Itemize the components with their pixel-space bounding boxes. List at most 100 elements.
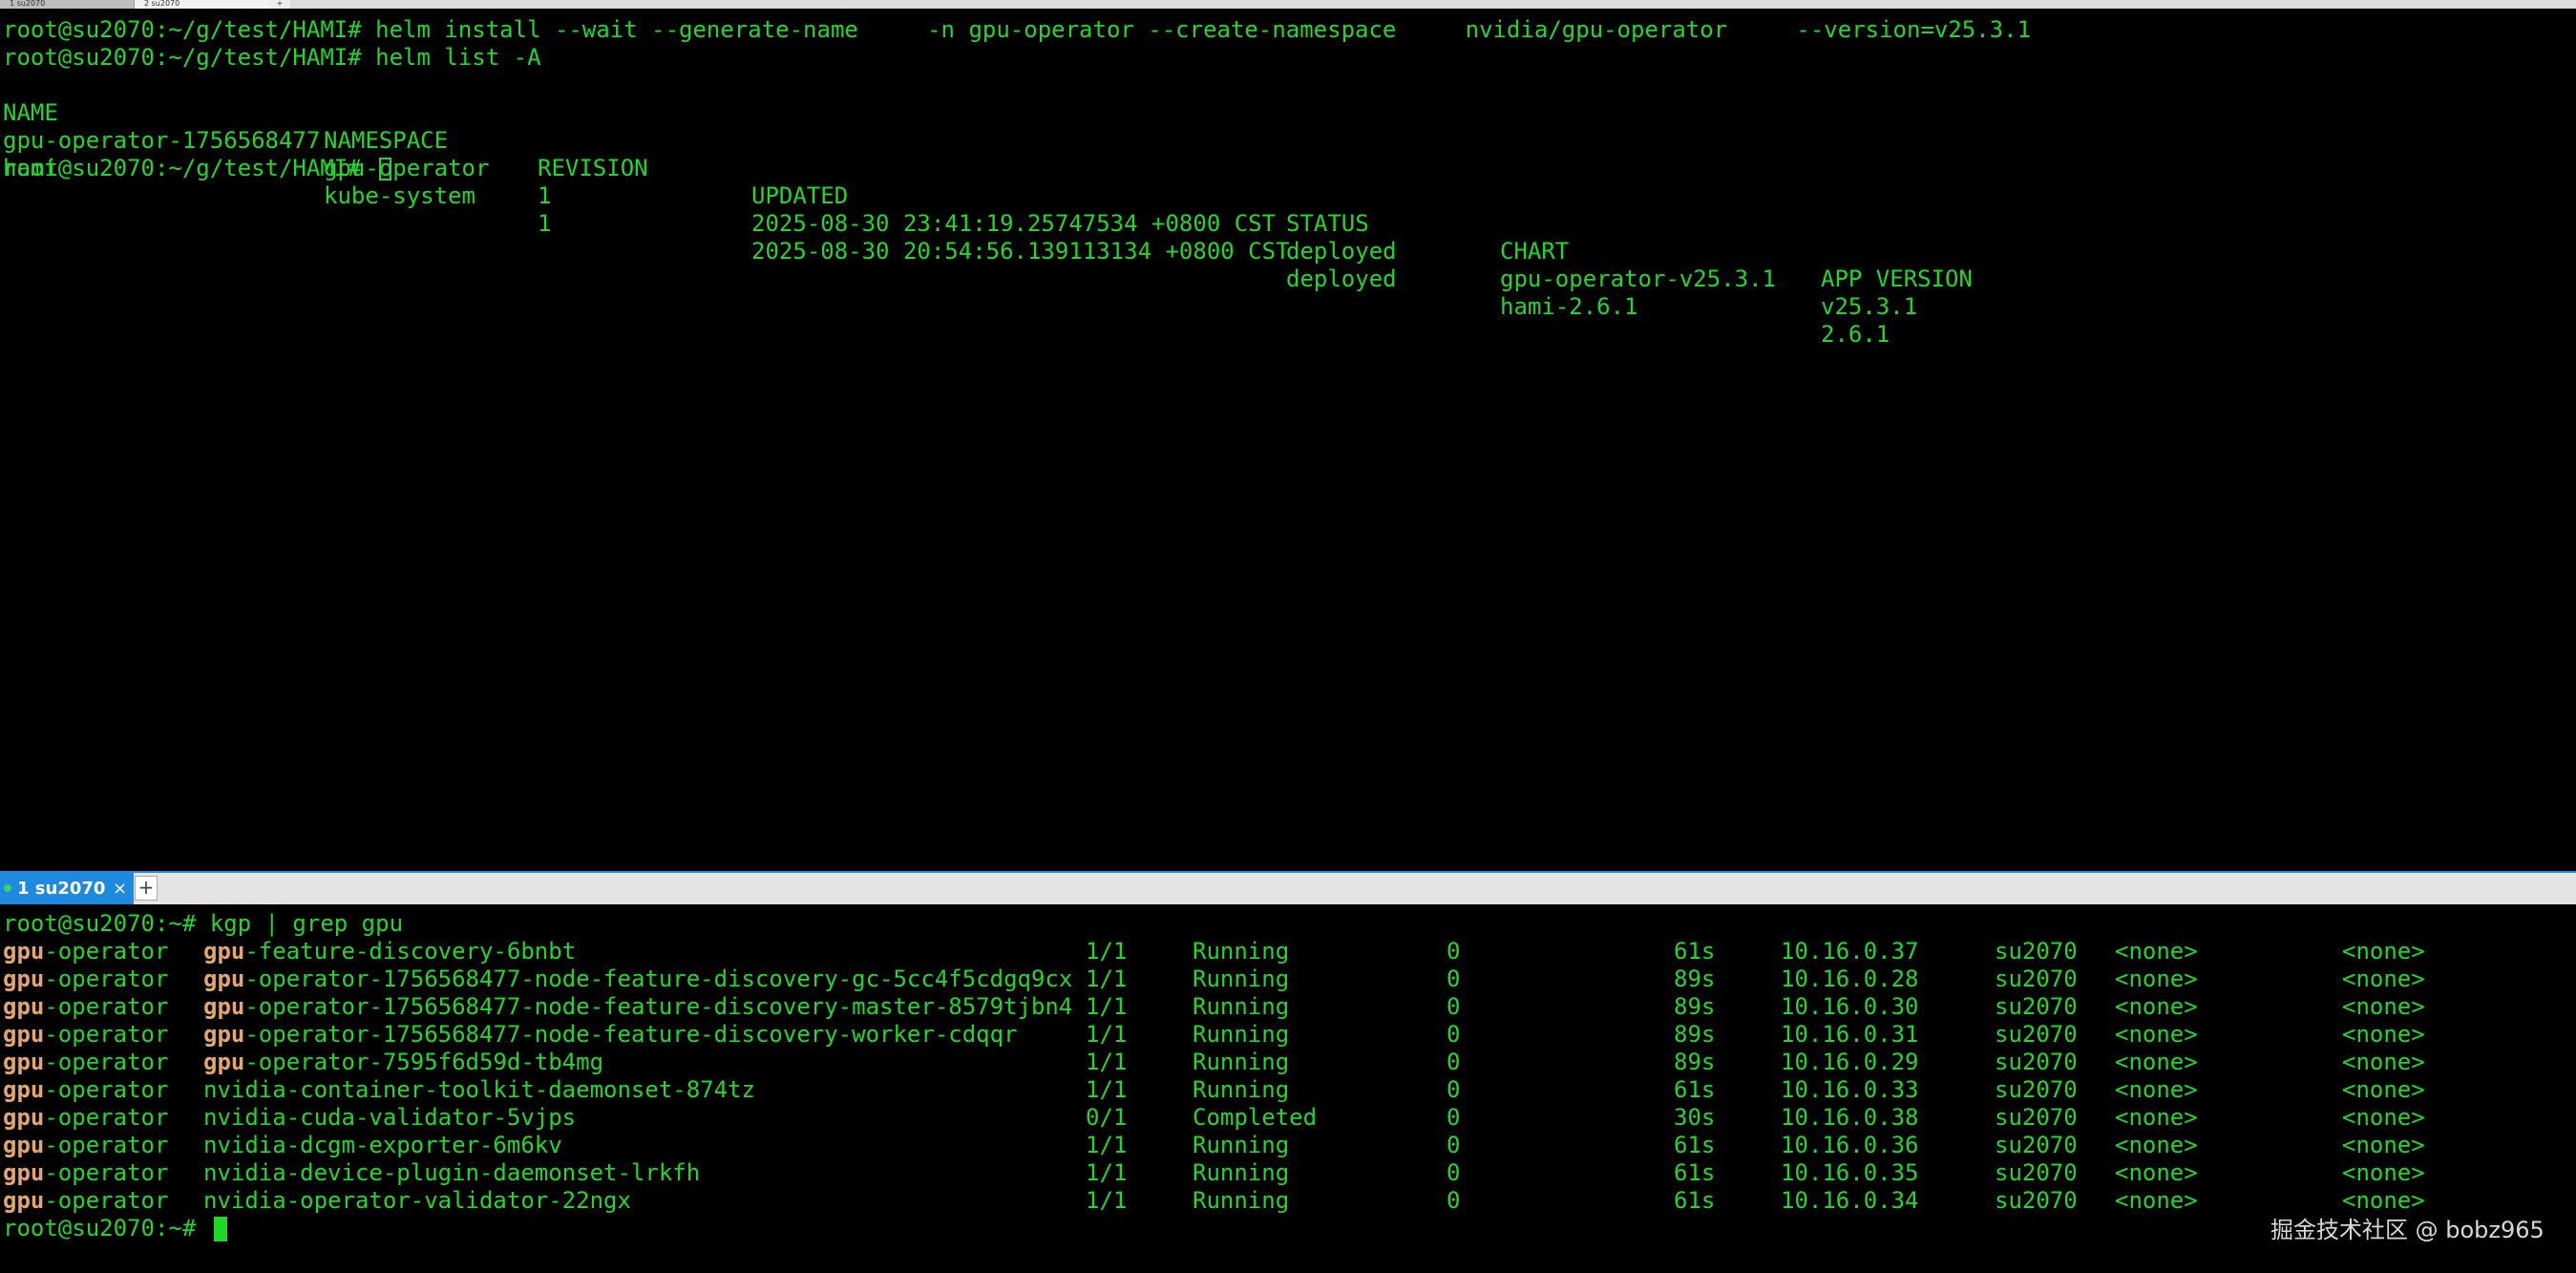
pod-status-value: Running — [1193, 1021, 1290, 1048]
pod-row: gpu-operator nvidia-operator-validator-22… — [3, 1187, 2485, 1215]
pod-name-rest: nvidia-cuda-validator-5vjps — [203, 1104, 577, 1131]
helm-table-header: NAME NAMESPACE REVISION UPDATED STATUS C… — [3, 72, 2008, 292]
pod-name-rest: -operator-1756568477-node-feature-discov… — [244, 1021, 1018, 1048]
pod-nominated-node-value: <none> — [2115, 1132, 2198, 1158]
pod-name-rest: -operator-7595f6d59d-tb4mg — [244, 1049, 604, 1075]
grep-match: gpu — [3, 1021, 45, 1048]
session-tab-su2070[interactable]: 1 su2070 × — [0, 873, 134, 904]
pod-age: 61s — [1674, 1159, 1715, 1187]
pod-ip: 10.16.0.29 — [1781, 1049, 1919, 1076]
grep-match: gpu — [3, 993, 45, 1020]
pod-restarts: 0 — [1446, 965, 1460, 993]
pod-nominated-node: <none> — [2115, 1159, 2198, 1187]
pod-ready-value: 1/1 — [1086, 1049, 1128, 1075]
pod-node-value: su2070 — [1995, 1132, 2078, 1158]
grep-match: gpu — [3, 1049, 45, 1075]
pod-nominated-node: <none> — [2115, 1076, 2198, 1104]
helm-release-updated: 2025-08-30 20:54:56.139113134 +0800 CST — [751, 238, 1290, 265]
session-tab-label: 1 su2070 — [17, 879, 106, 899]
pod-age: 89s — [1674, 1049, 1715, 1076]
pod-nominated-node: <none> — [2115, 1132, 2198, 1159]
add-session-button[interactable]: + — [135, 876, 158, 901]
pod-namespace-rest: -operator — [44, 993, 169, 1020]
grep-match: gpu — [203, 965, 245, 992]
pod-restarts: 0 — [1446, 1159, 1460, 1187]
pod-node: su2070 — [1995, 1021, 2078, 1049]
pod-nominated-node: <none> — [2115, 965, 2198, 993]
top-prompt-line: root@su2070:~/g/test/HAMI# — [3, 155, 392, 182]
helm-release-revision: 1 — [538, 182, 552, 209]
watermark: 掘金技术社区 @ bobz965 — [2270, 1217, 2544, 1243]
pod-node: su2070 — [1995, 1159, 2078, 1187]
pod-row: gpu-operator nvidia-dcgm-exporter-6m6kv 1/… — [3, 1132, 2485, 1159]
pod-restarts: 0 — [1446, 1021, 1460, 1049]
pod-readiness-gates: <none> — [2342, 1104, 2425, 1132]
top-tab-bar: 1 su2070 2 su2070 + — [0, 0, 2576, 9]
pod-status: Running — [1193, 1076, 1289, 1104]
pod-restarts-value: 0 — [1446, 938, 1461, 965]
pod-ip: 10.16.0.33 — [1781, 1076, 1919, 1104]
pod-status: Completed — [1193, 1104, 1317, 1132]
pod-ready-value: 1/1 — [1086, 1187, 1128, 1214]
pod-nominated-node-value: <none> — [2115, 938, 2198, 965]
pod-ip-value: 10.16.0.34 — [1781, 1187, 1919, 1214]
grep-match: gpu — [3, 1132, 45, 1158]
pod-restarts: 0 — [1446, 1104, 1460, 1132]
pod-restarts-value: 0 — [1446, 1104, 1461, 1131]
pod-readiness-gates: <none> — [2342, 1159, 2425, 1187]
pod-age: 61s — [1674, 1132, 1715, 1159]
pod-status-value: Running — [1193, 938, 1290, 965]
pod-readiness-gates: <none> — [2342, 993, 2425, 1021]
pod-restarts: 0 — [1446, 1187, 1460, 1215]
grep-match: gpu — [3, 965, 45, 992]
pod-namespace-rest: -operator — [44, 1187, 169, 1214]
pod-readiness-gates-value: <none> — [2342, 1159, 2425, 1186]
pod-age: 61s — [1674, 1076, 1715, 1104]
pod-node: su2070 — [1995, 938, 2078, 965]
pod-restarts: 0 — [1446, 938, 1460, 965]
pod-readiness-gates: <none> — [2342, 1049, 2425, 1076]
pod-age-value: 61s — [1674, 1076, 1716, 1103]
pod-namespace: gpu-operator — [3, 1021, 168, 1049]
pod-age: 89s — [1674, 965, 1715, 993]
pod-readiness-gates: <none> — [2342, 1132, 2425, 1159]
pod-node: su2070 — [1995, 1076, 2078, 1104]
pod-nominated-node-value: <none> — [2115, 1049, 2198, 1075]
pod-status-value: Running — [1193, 1132, 1290, 1158]
pod-ready-value: 1/1 — [1086, 1021, 1128, 1048]
bottom-terminal-pane[interactable]: root@su2070:~# kgp | grep gpu gpu-operat… — [0, 904, 2576, 1273]
pod-age-value: 61s — [1674, 1159, 1716, 1186]
pod-nominated-node-value: <none> — [2115, 1187, 2198, 1214]
top-tab-1[interactable]: 1 su2070 — [0, 0, 134, 9]
pod-name: nvidia-cuda-validator-5vjps — [203, 1104, 576, 1132]
active-cursor — [213, 1217, 227, 1241]
pod-node-value: su2070 — [1995, 993, 2078, 1020]
pod-namespace-rest: -operator — [44, 965, 169, 992]
pod-name: nvidia-device-plugin-daemonset-lrkfh — [203, 1159, 700, 1187]
pod-ip: 10.16.0.38 — [1781, 1104, 1919, 1132]
top-add-tab-button[interactable]: + — [269, 0, 290, 9]
pod-ip-value: 10.16.0.31 — [1781, 1021, 1919, 1048]
helm-list-command-line: root@su2070:~/g/test/HAMI# helm list -A — [3, 44, 541, 71]
pod-node-value: su2070 — [1995, 1021, 2078, 1048]
pod-status: Running — [1193, 1132, 1289, 1159]
pod-readiness-gates: <none> — [2342, 938, 2425, 965]
helm-col-revision: REVISION — [538, 155, 648, 181]
pod-readiness-gates-value: <none> — [2342, 1076, 2425, 1103]
pod-row: gpu-operator gpu-operator-7595f6d59d-tb4m… — [3, 1049, 2485, 1076]
pod-readiness-gates-value: <none> — [2342, 1049, 2425, 1075]
session-tab-bar: 1 su2070 × + — [0, 871, 2576, 904]
pod-node-value: su2070 — [1995, 1187, 2078, 1214]
top-tab-2[interactable]: 2 su2070 — [134, 0, 288, 9]
pod-nominated-node-value: <none> — [2115, 1159, 2198, 1186]
pod-restarts: 0 — [1446, 1076, 1460, 1104]
pod-ip: 10.16.0.35 — [1781, 1159, 1919, 1187]
session-status-dot-icon — [4, 884, 11, 892]
close-tab-icon[interactable]: × — [113, 873, 127, 904]
pod-status: Running — [1193, 993, 1289, 1021]
pod-node: su2070 — [1995, 1187, 2078, 1215]
pod-nominated-node: <none> — [2115, 1021, 2198, 1049]
pod-ready: 1/1 — [1086, 965, 1127, 993]
top-terminal-pane[interactable]: root@su2070:~/g/test/HAMI# helm install … — [0, 9, 2576, 871]
pod-row: gpu-operator nvidia-device-plugin-daemons… — [3, 1159, 2485, 1187]
